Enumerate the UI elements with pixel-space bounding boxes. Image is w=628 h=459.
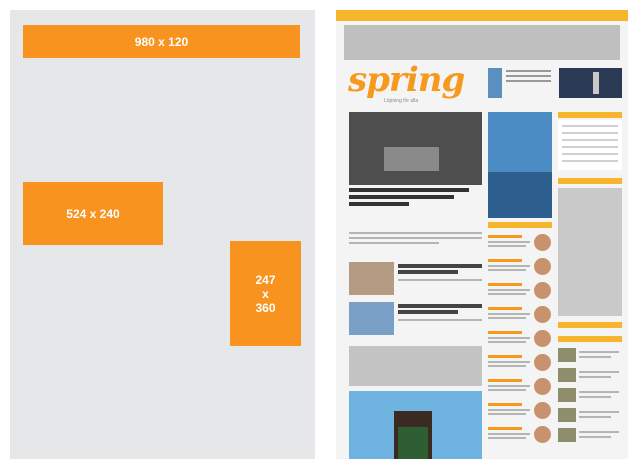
site-tagline: Löpning för alla — [384, 98, 419, 104]
avatar — [534, 282, 551, 299]
blog-item[interactable] — [488, 232, 552, 254]
sidebar-ad-slot: 247 x 360 — [230, 241, 301, 346]
news-thumbnail — [349, 262, 394, 295]
leaderboard-size-label: 980 x 120 — [134, 34, 189, 49]
blog-item[interactable] — [488, 304, 552, 326]
sidebar-list-item[interactable] — [558, 428, 622, 444]
blog-item[interactable] — [488, 400, 552, 422]
news-item[interactable] — [349, 262, 482, 295]
sidebar-size-label: 247 x 360 — [255, 272, 276, 315]
sidebar-list-item[interactable] — [558, 368, 622, 384]
news-item[interactable] — [349, 302, 482, 335]
blog-item[interactable] — [488, 424, 552, 446]
sidebar-ad-placeholder — [558, 188, 622, 316]
calendar-widget[interactable] — [558, 120, 622, 170]
blog-item[interactable] — [488, 352, 552, 374]
sidebar-list-item[interactable] — [558, 388, 622, 404]
magazine-thumbnail[interactable] — [488, 68, 502, 98]
module-ad-placeholder — [349, 346, 482, 386]
sidebar-section-header — [558, 322, 622, 328]
section-header — [488, 222, 552, 228]
module-size-label: 524 x 240 — [66, 206, 120, 221]
avatar — [534, 330, 551, 347]
site-logo[interactable]: spring — [348, 62, 480, 98]
sidebar-list-item[interactable] — [558, 408, 622, 424]
ad-size-diagram: 980 x 120 524 x 240 247 x 360 — [10, 10, 315, 459]
leaderboard-ad-slot: 980 x 120 — [23, 25, 300, 58]
top-nav-bar — [336, 10, 628, 21]
article-excerpt — [349, 232, 482, 247]
blog-item[interactable] — [488, 280, 552, 302]
avatar — [534, 234, 551, 251]
header-banner-image[interactable] — [559, 68, 622, 98]
news-thumbnail — [349, 302, 394, 335]
sidebar-section-header — [558, 336, 622, 342]
avatar — [534, 306, 551, 323]
avatar — [534, 354, 551, 371]
magazine-promo-text — [506, 70, 551, 85]
site-preview: spring Löpning för alla — [336, 10, 628, 459]
article-headline[interactable] — [349, 188, 481, 206]
blog-item[interactable] — [488, 256, 552, 278]
blog-item[interactable] — [488, 376, 552, 398]
magazine-cover[interactable] — [488, 112, 552, 218]
module-ad-slot: 524 x 240 — [23, 182, 163, 245]
avatar — [534, 378, 551, 395]
leaderboard-placeholder — [344, 25, 620, 60]
feature-photo[interactable] — [349, 391, 482, 459]
avatar — [534, 426, 551, 443]
sidebar-section-header — [558, 178, 622, 184]
video-player[interactable] — [349, 112, 482, 185]
avatar — [534, 258, 551, 275]
blog-item[interactable] — [488, 328, 552, 350]
calendar-header — [558, 112, 622, 118]
sidebar-list-item[interactable] — [558, 348, 622, 364]
avatar — [534, 402, 551, 419]
